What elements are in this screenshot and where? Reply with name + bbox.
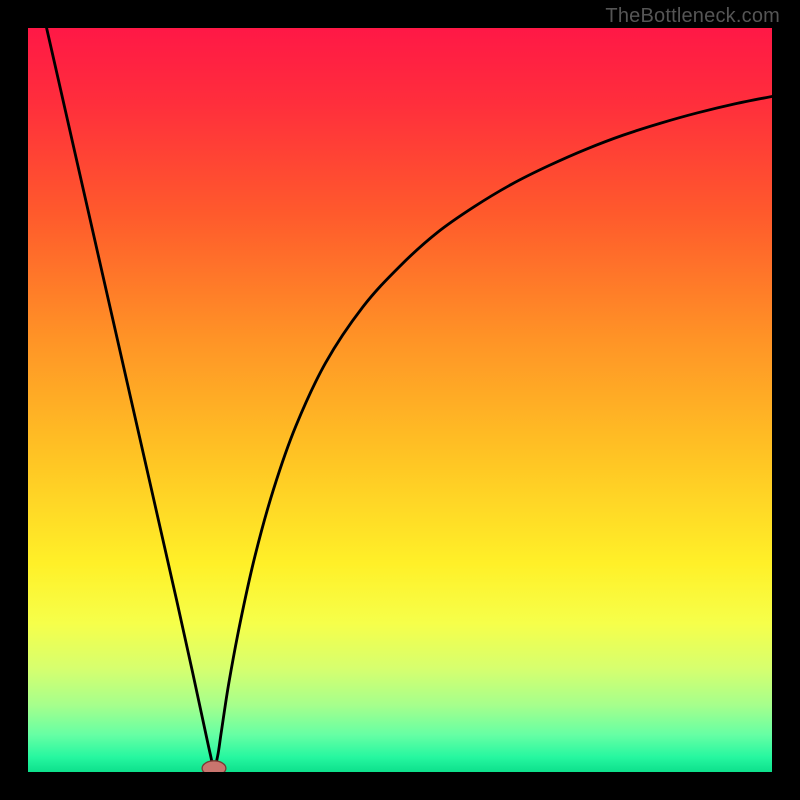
curve-layer [28,28,772,772]
plot-area [28,28,772,772]
bottleneck-curve [47,28,772,768]
bottleneck-chart: TheBottleneck.com [0,0,800,800]
watermark-text: TheBottleneck.com [605,5,780,28]
optimal-point-marker [202,761,226,772]
